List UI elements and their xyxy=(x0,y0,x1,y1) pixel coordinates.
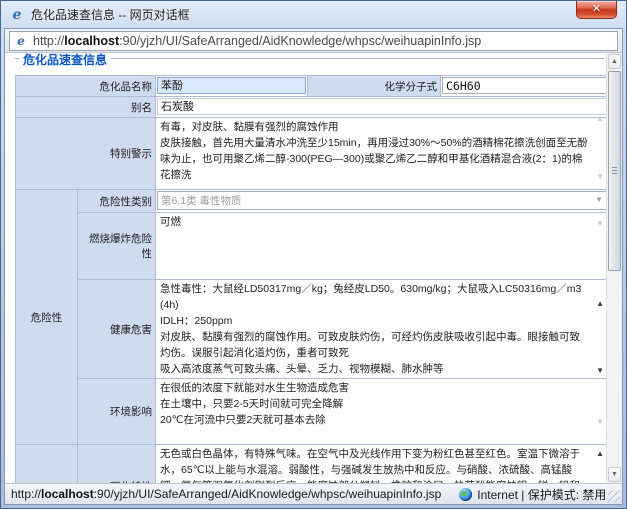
table-row: 理化特性 无色或白色晶体，有特殊气味。在空气中及光线作用下变为粉红色甚至红色。室… xyxy=(16,445,607,484)
alias-label: 别名 xyxy=(16,97,156,118)
ie-icon: e xyxy=(9,7,25,23)
environment-textarea[interactable]: 在很低的浓度下就能对水生生物造成危害 在土壤中，只要2-5天时间就可完全降解 2… xyxy=(156,379,606,429)
environment-label: 环境影响 xyxy=(78,379,156,445)
explosion-cell: 可燃 ▲ ▼ xyxy=(156,213,607,280)
address-input[interactable]: e http://localhost:90/yjzh/UI/SafeArrang… xyxy=(9,31,618,51)
internet-globe-icon xyxy=(459,488,472,501)
scroll-down-icon[interactable]: ▼ xyxy=(596,219,604,229)
table-row: 环境影响 在很低的浓度下就能对水生生物造成危害 在土壤中，只要2-5天时间就可完… xyxy=(16,379,607,445)
scroll-down-icon[interactable]: ▼ xyxy=(596,366,604,376)
explosion-label: 燃烧爆炸危险性 xyxy=(78,213,156,280)
title-bar[interactable]: e 危化品速查信息 -- 网页对话框 ✕ xyxy=(1,1,626,28)
url-host: localhost xyxy=(64,34,119,48)
hazard-group-label: 危险性 xyxy=(16,190,78,445)
scroll-down-icon[interactable]: ▼ xyxy=(596,172,604,182)
url-prefix: http:// xyxy=(33,34,64,48)
table-row: 燃烧爆炸危险性 可燃 ▲ ▼ xyxy=(16,213,607,280)
scroll-up-icon[interactable]: ▲ xyxy=(596,118,604,124)
table-row: 特别警示 有毒，对皮肤、黏膜有强烈的腐蚀作用 皮肤接触，首先用大量清水冲洗至少1… xyxy=(16,118,607,190)
explosion-textarea[interactable]: 可燃 xyxy=(156,213,606,231)
info-group-box: 危化品速查信息 xyxy=(15,58,604,71)
name-label: 危化品名称 xyxy=(16,76,156,97)
hazard-class-cell: 第6.1类 毒性物质 ▼ xyxy=(156,190,607,213)
special-warning-cell: 有毒，对皮肤、黏膜有强烈的腐蚀作用 皮肤接触，首先用大量清水冲洗至少15min，… xyxy=(156,118,607,190)
alias-input[interactable]: 石炭酸 xyxy=(157,98,606,115)
ie-page-icon: e xyxy=(14,34,28,48)
url-path: :90/yjzh/UI/SafeArranged/AidKnowledge/wh… xyxy=(119,34,481,48)
scroll-down-icon[interactable]: ▼ xyxy=(596,417,604,427)
dropdown-arrow-icon[interactable]: ▼ xyxy=(595,195,603,204)
hazard-class-select[interactable]: 第6.1类 毒性物质 ▼ xyxy=(157,191,606,210)
chemical-info-table: 危化品名称 苯酚 化学分子式 C6H60 别名 石炭酸 xyxy=(15,75,606,483)
name-input[interactable]: 苯酚 xyxy=(157,77,306,94)
scroll-up-icon[interactable]: ▲ xyxy=(596,449,604,458)
health-textarea[interactable]: 急性毒性：大鼠经LD50317mg／kg；兔经皮LD50。630mg/kg；大鼠… xyxy=(156,280,606,378)
physchem-textarea[interactable]: 无色或白色晶体，有特殊气味。在空气中及光线作用下变为粉红色甚至红色。室温下微溶于… xyxy=(156,445,606,483)
special-warning-textarea[interactable]: 有毒，对皮肤、黏膜有强烈的腐蚀作用 皮肤接触，首先用大量清水冲洗至少15min，… xyxy=(156,118,606,184)
hazard-class-label: 危险性类别 xyxy=(78,190,156,213)
environment-cell: 在很低的浓度下就能对水生生物造成危害 在土壤中，只要2-5天时间就可完全降解 2… xyxy=(156,379,607,445)
formula-cell: C6H60 xyxy=(441,76,607,97)
scrollbar-thumb[interactable] xyxy=(608,71,621,271)
scroll-up-icon[interactable]: ▲ xyxy=(596,299,604,308)
name-cell: 苯酚 xyxy=(156,76,308,97)
table-row: 危化品名称 苯酚 化学分子式 C6H60 xyxy=(16,76,607,97)
next-group-cell xyxy=(16,445,78,484)
security-zone: Internet | 保护模式: 禁用 xyxy=(459,486,606,503)
page-content: 危化品速查信息 危化品名称 苯酚 化学分子式 C6H60 xyxy=(5,53,622,483)
status-url-path: :90/yjzh/UI/SafeArranged/AidKnowledge/wh… xyxy=(94,487,442,501)
special-warning-label: 特别警示 xyxy=(16,118,156,190)
scrollbar-up-button[interactable]: ▲ xyxy=(608,54,621,69)
dialog-window: e 危化品速查信息 -- 网页对话框 ✕ e http://localhost:… xyxy=(0,0,627,509)
alias-cell: 石炭酸 xyxy=(156,97,607,118)
status-url-prefix: http:// xyxy=(11,487,41,501)
physchem-label: 理化特性 xyxy=(78,445,156,484)
status-url: http://localhost:90/yjzh/UI/SafeArranged… xyxy=(11,487,441,501)
table-row: 危险性 危险性类别 第6.1类 毒性物质 ▼ xyxy=(16,190,607,213)
scrollbar-down-button[interactable]: ▼ xyxy=(608,467,621,482)
window-frame-bottom xyxy=(1,505,626,508)
status-url-host: localhost xyxy=(41,487,94,501)
dialog-body: e http://localhost:90/yjzh/UI/SafeArrang… xyxy=(4,28,623,505)
formula-label: 化学分子式 xyxy=(308,76,441,97)
physchem-cell: 无色或白色晶体，有特殊气味。在空气中及光线作用下变为粉红色甚至红色。室温下微溶于… xyxy=(156,445,607,484)
table-row: 别名 石炭酸 xyxy=(16,97,607,118)
health-label: 健康危害 xyxy=(78,280,156,379)
resize-grip[interactable] xyxy=(608,490,620,502)
health-cell: 急性毒性：大鼠经LD50317mg／kg；兔经皮LD50。630mg/kg；大鼠… xyxy=(156,280,607,379)
zone-text: Internet | 保护模式: 禁用 xyxy=(477,486,606,503)
status-bar: http://localhost:90/yjzh/UI/SafeArranged… xyxy=(5,483,622,504)
table-row: 健康危害 急性毒性：大鼠经LD50317mg／kg；兔经皮LD50。630mg/… xyxy=(16,280,607,379)
formula-input[interactable]: C6H60 xyxy=(442,77,606,94)
page-scrollbar[interactable]: ▲ ▼ xyxy=(606,53,622,483)
close-button[interactable]: ✕ xyxy=(576,1,617,19)
section-title: 危化品速查信息 xyxy=(19,53,111,68)
hazard-class-value: 第6.1类 毒性物质 xyxy=(161,193,242,208)
window-title: 危化品速查信息 -- 网页对话框 xyxy=(31,6,190,23)
address-bar: e http://localhost:90/yjzh/UI/SafeArrang… xyxy=(5,29,622,53)
page-viewport: 危化品速查信息 危化品名称 苯酚 化学分子式 C6H60 xyxy=(5,53,606,483)
